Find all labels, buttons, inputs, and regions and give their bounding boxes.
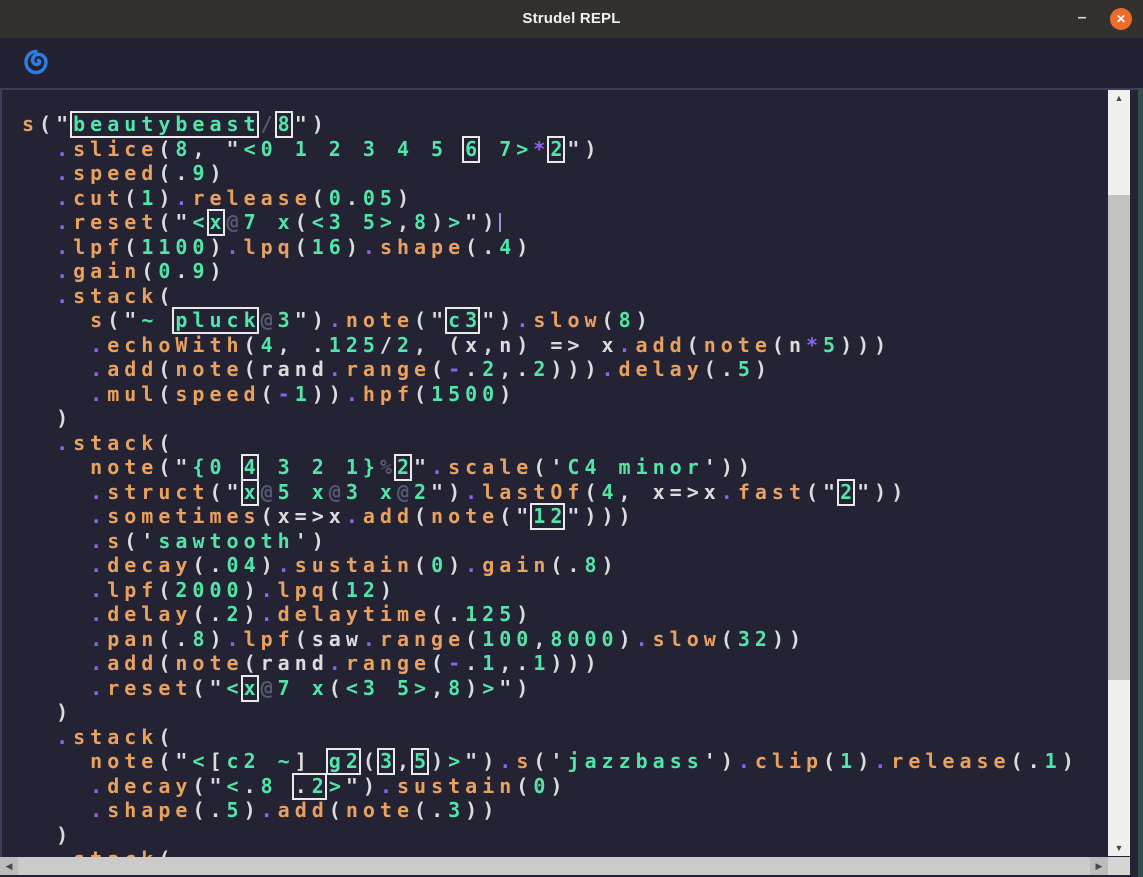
code-line: .add(note(rand.range(-.1,.1))) [22,651,1079,676]
text-cursor [499,213,501,232]
active-event-highlight: 2 [550,137,567,161]
code-line: .decay(.04).sustain(0).gain(.8) [22,553,1079,578]
code-line: .add(note(rand.range(-.2,.2))).delay(.5) [22,357,1079,382]
code-line: .cut(1).release(0.05) [22,186,1079,211]
active-event-highlight: 12 [533,504,567,528]
strudel-logo-icon[interactable] [23,48,49,76]
strudel-window: Strudel REPL – ✕ s("beautybeast/8") .sli… [0,0,1143,877]
code-line: .struct("x@5 x@3 x@2").lastOf(4, x=>x.fa… [22,480,1079,505]
code-line: note("<[c2 ~] g2(3,5)>").s('jazzbass').c… [22,749,1079,774]
code-line: .slice(8, "<0 1 2 3 4 5 6 7>*2") [22,137,1079,162]
active-event-highlight: 2 [397,455,414,479]
code-content[interactable]: s("beautybeast/8") .slice(8, "<0 1 2 3 4… [2,90,1079,857]
code-line: .stack( [22,284,1079,309]
toolbar [0,38,1143,88]
code-line: .speed(.9) [22,161,1079,186]
code-line: .shape(.5).add(note(.3)) [22,798,1079,823]
code-line: .decay("<.8 .2>").sustain(0) [22,774,1079,799]
active-event-highlight: 5 [414,749,431,773]
code-line: .reset("<x@7 x(<3 5>,8)>") [22,210,1079,235]
scroll-right-arrow-icon[interactable]: ▶ [1090,857,1108,875]
window-edge [1138,88,1143,877]
code-line: ) [22,823,1079,848]
active-event-highlight: x [244,676,261,700]
close-icon: ✕ [1116,12,1126,26]
code-line: s("~ pluck@3").note("c3").slow(8) [22,308,1079,333]
code-line: note("{0 4 3 2 1}%2".scale('C4 minor')) [22,455,1079,480]
scroll-up-arrow-icon[interactable]: ▲ [1108,90,1130,106]
horizontal-scroll-thumb[interactable] [18,857,1090,875]
code-line: .stack( [22,431,1079,456]
vertical-scroll-thumb[interactable] [1108,195,1130,680]
code-editor[interactable]: s("beautybeast/8") .slice(8, "<0 1 2 3 4… [0,88,1143,857]
scroll-down-arrow-icon[interactable]: ▼ [1108,840,1130,856]
active-event-highlight: x [244,480,261,504]
code-line: .lpf(1100).lpq(16).shape(.4) [22,235,1079,260]
code-line: .delay(.2).delaytime(.125) [22,602,1079,627]
active-event-highlight: .2 [295,774,329,798]
code-line: .pan(.8).lpf(saw.range(100,8000).slow(32… [22,627,1079,652]
titlebar: Strudel REPL – ✕ [0,0,1143,38]
active-event-highlight: pluck [175,308,260,332]
active-event-highlight: 4 [244,455,261,479]
active-event-highlight: 8 [278,112,295,136]
active-event-highlight: g2 [329,749,363,773]
active-event-highlight: 3 [380,749,397,773]
minimize-button[interactable]: – [1073,9,1091,27]
window-title: Strudel REPL [0,10,1143,27]
code-line: s("beautybeast/8") [22,112,1079,137]
code-line: .stack( [22,725,1079,750]
code-line: .s('sawtooth') [22,529,1079,554]
scrollbar-corner [1108,857,1130,875]
active-event-highlight: 6 [465,137,482,161]
code-line: ) [22,700,1079,725]
code-line: .lpf(2000).lpq(12) [22,578,1079,603]
active-event-highlight: c3 [448,308,482,332]
active-event-highlight: beautybeast [73,112,260,136]
code-line: .reset("<x@7 x(<3 5>,8)>") [22,676,1079,701]
code-line: ) [22,406,1079,431]
code-line: .gain(0.9) [22,259,1079,284]
code-line: .sometimes(x=>x.add(note("12"))) [22,504,1079,529]
close-button[interactable]: ✕ [1110,8,1132,30]
code-line: .echoWith(4, .125/2, (x,n) => x.add(note… [22,333,1079,358]
code-line: .mul(speed(-1)).hpf(1500) [22,382,1079,407]
horizontal-scrollbar[interactable]: ◀ ▶ [0,857,1108,875]
active-event-highlight: 2 [840,480,857,504]
vertical-scrollbar[interactable]: ▲ ▼ [1108,90,1130,856]
code-line: .stack( [22,847,1079,857]
active-event-highlight: x [210,210,227,234]
scroll-left-arrow-icon[interactable]: ◀ [0,857,18,875]
